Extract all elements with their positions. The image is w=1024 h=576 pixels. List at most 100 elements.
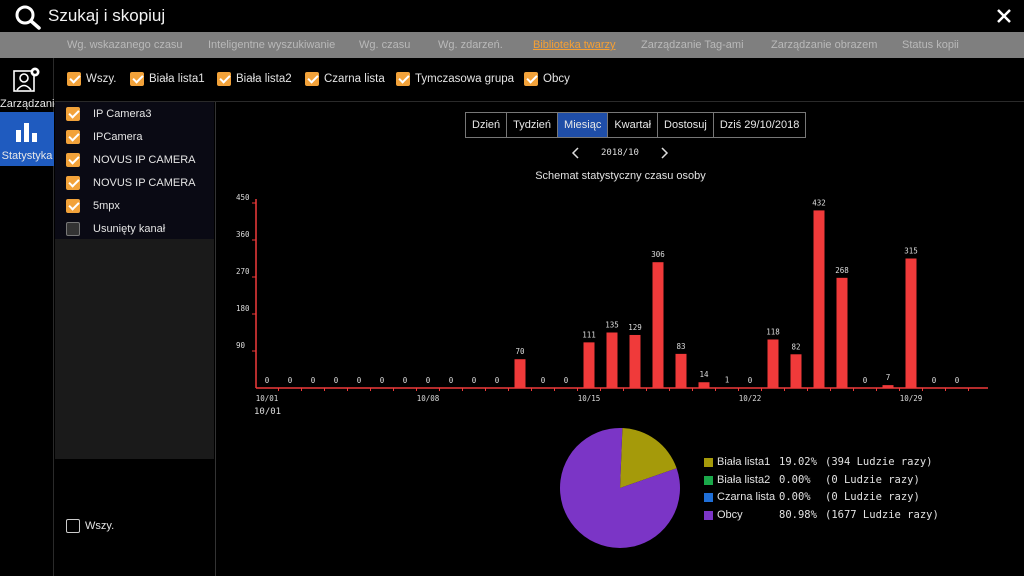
data-label: 129 (628, 323, 642, 332)
legend-swatch (704, 511, 713, 520)
filter-strangers-checkbox[interactable]: Obcy (524, 72, 570, 86)
bar-chart-icon (16, 123, 37, 142)
data-label: 0 (748, 376, 753, 385)
legend-name: Obcy (717, 509, 743, 521)
period-custom-button[interactable]: Dostosuj (658, 113, 714, 137)
checkbox-box[interactable] (66, 176, 80, 190)
data-label: 0 (288, 376, 293, 385)
legend-percent: 19.02% (779, 456, 817, 468)
channel-checkbox[interactable]: NOVUS IP CAMERA (66, 153, 196, 167)
chevron-left-icon[interactable] (569, 146, 583, 160)
period-selector: Dzień Tydzień Miesiąc Kwartał Dostosuj D… (465, 112, 807, 138)
tab-smart-search[interactable]: Inteligentne wyszukiwanie (208, 39, 335, 51)
x-tick-label: 10/15 (578, 394, 601, 403)
checkbox-box[interactable] (67, 72, 81, 86)
period-month-button[interactable]: Miesiąc (558, 113, 609, 137)
filter-whitelist2-checkbox[interactable]: Biała lista2 (217, 72, 292, 86)
checkbox-box[interactable] (66, 130, 80, 144)
filter-temp-group-checkbox[interactable]: Tymczasowa grupa (396, 72, 514, 86)
channel-checkbox[interactable]: NOVUS IP CAMERA (66, 176, 196, 190)
channel-select-all-checkbox[interactable]: Wszy. (66, 519, 114, 533)
data-label: 306 (651, 250, 665, 259)
nav-item-management[interactable]: Zarządzanie (0, 60, 61, 114)
checkbox-box[interactable] (130, 72, 144, 86)
nav-label-statistics: Statystyka (1, 150, 53, 162)
x-tick-label: 10/01 (256, 394, 279, 403)
legend-swatch (704, 493, 713, 502)
checkbox-box[interactable] (66, 107, 80, 121)
checkbox-box[interactable] (305, 72, 319, 86)
data-label: 7 (886, 373, 891, 382)
chevron-right-icon[interactable] (657, 146, 671, 160)
filter-all-checkbox[interactable]: Wszy. (67, 72, 116, 86)
tab-by-time[interactable]: Wg. czasu (359, 39, 410, 51)
x-tick-label: 10/29 (900, 394, 923, 403)
bar (767, 339, 779, 388)
filter-label: Czarna lista (324, 73, 385, 85)
channel-checkbox[interactable]: IP Camera3 (66, 107, 152, 121)
bar (652, 262, 664, 388)
user-settings-icon (13, 67, 40, 92)
tab-by-specified-time[interactable]: Wg. wskazanego czasu (67, 39, 183, 51)
filter-label: Biała lista1 (149, 73, 205, 85)
data-label: 0 (955, 376, 960, 385)
tab-backup-status[interactable]: Status kopii (902, 39, 959, 51)
data-label: 82 (791, 342, 800, 351)
checkbox-box[interactable] (66, 222, 80, 236)
checkbox-box[interactable] (217, 72, 231, 86)
bar (675, 353, 687, 388)
data-label: 0 (311, 376, 316, 385)
filter-whitelist1-checkbox[interactable]: Biała lista1 (130, 72, 205, 86)
filter-label: Tymczasowa grupa (415, 73, 515, 85)
checkbox-box[interactable] (524, 72, 538, 86)
data-label: 83 (676, 342, 685, 351)
tab-tag-management[interactable]: Zarządzanie Tag-ami (641, 39, 744, 51)
search-mode-tabs: Wg. wskazanego czasu Inteligentne wyszuk… (0, 32, 1024, 58)
period-day-button[interactable]: Dzień (466, 113, 508, 137)
bar (882, 385, 894, 388)
period-quarter-button[interactable]: Kwartał (608, 113, 659, 137)
bar (813, 210, 825, 388)
period-week-button[interactable]: Tydzień (507, 113, 559, 137)
x-start-label: 10/01 (254, 407, 281, 417)
y-tick-label: 450 (236, 193, 250, 202)
checkbox-box[interactable] (396, 72, 410, 86)
data-label: 0 (426, 376, 431, 385)
data-label: 0 (357, 376, 362, 385)
tab-image-management[interactable]: Zarządzanie obrazem (771, 39, 877, 51)
group-filter-bar: Wszy. Biała lista1 Biała lista2 Czarna l… (55, 58, 1024, 102)
chart-title: Schemat statystyczny czasu osoby (535, 170, 706, 182)
data-label: 0 (380, 376, 385, 385)
channel-label: Usunięty kanał (93, 223, 166, 235)
data-label: 118 (766, 327, 780, 336)
checkbox-box[interactable] (66, 153, 80, 167)
filter-blacklist-checkbox[interactable]: Czarna lista (305, 72, 385, 86)
tab-by-events[interactable]: Wg. zdarzeń. (438, 39, 503, 51)
channel-checkbox[interactable]: IPCamera (66, 130, 143, 144)
checkbox-box[interactable] (66, 519, 80, 533)
legend-swatch (704, 476, 713, 485)
period-today-button[interactable]: Dziś 29/10/2018 (714, 113, 806, 137)
close-icon[interactable] (996, 8, 1012, 24)
search-icon[interactable] (14, 4, 42, 30)
nav-item-statistics[interactable]: Statystyka (0, 112, 54, 166)
channel-label: NOVUS IP CAMERA (93, 154, 196, 166)
filter-label: Obcy (543, 73, 570, 85)
checkbox-box[interactable] (66, 199, 80, 213)
channel-checkbox[interactable]: 5mpx (66, 199, 120, 213)
data-label: 315 (904, 247, 918, 256)
data-label: 14 (699, 370, 709, 379)
nav-label-management: Zarządzanie (0, 98, 61, 110)
data-label: 111 (582, 330, 596, 339)
data-label: 0 (449, 376, 454, 385)
data-label: 0 (472, 376, 477, 385)
data-label: 1 (725, 376, 730, 385)
channel-label: IP Camera3 (93, 108, 152, 120)
legend-name: Biała lista2 (717, 474, 771, 486)
legend-percent: 0.00% (779, 474, 811, 486)
bar (629, 334, 641, 388)
tab-face-library[interactable]: Biblioteka twarzy (533, 39, 616, 51)
channel-checkbox[interactable]: Usunięty kanał (66, 222, 165, 236)
legend-swatch (704, 458, 713, 467)
y-tick-label: 180 (236, 304, 250, 313)
